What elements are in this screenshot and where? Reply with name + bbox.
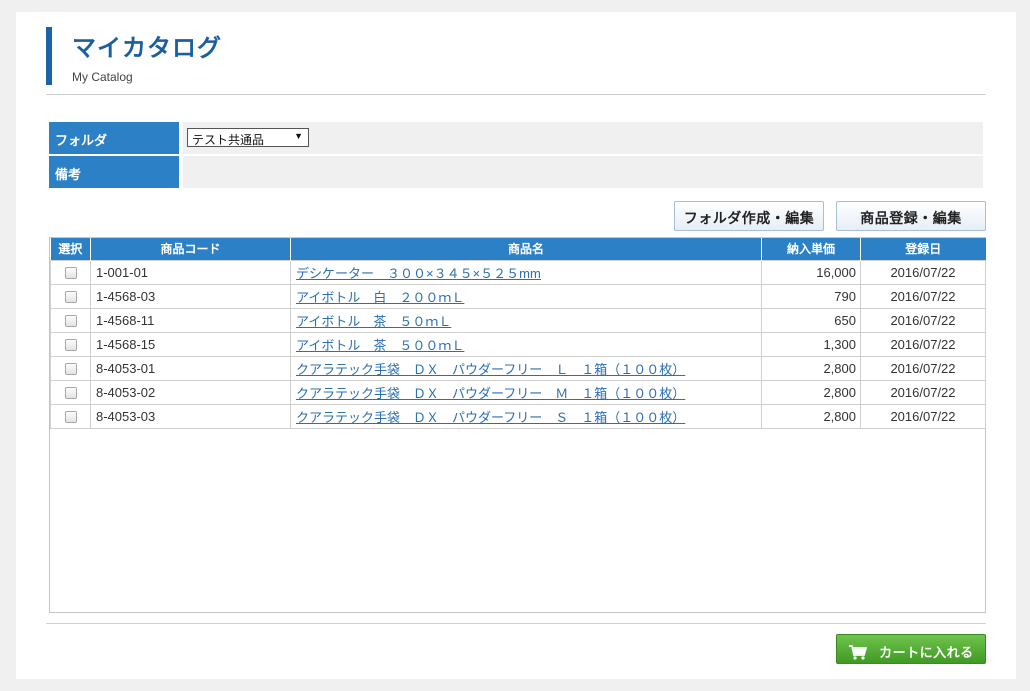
- table-row: 8-4053-01 クアラテック手袋 ＤＸ パウダーフリー Ｌ １箱（１００枚）…: [50, 355, 986, 381]
- row-checkbox[interactable]: [64, 339, 77, 352]
- row-checkbox[interactable]: [64, 363, 77, 376]
- registered-date: 2016/07/22: [860, 259, 986, 285]
- folder-select-value: テスト共通品: [192, 133, 265, 147]
- table-row: 1-4568-03 アイボトル 白 ２００ｍＬ 790 2016/07/22: [50, 283, 986, 309]
- product-code: 8-4053-03: [90, 403, 291, 429]
- note-value: [183, 156, 983, 188]
- registered-date: 2016/07/22: [860, 283, 986, 309]
- row-checkbox[interactable]: [64, 411, 77, 424]
- registered-date: 2016/07/22: [860, 355, 986, 381]
- product-code: 8-4053-02: [90, 379, 291, 405]
- product-name-link[interactable]: デシケーター ３００×３４５×５２５mm: [296, 266, 541, 281]
- row-checkbox[interactable]: [64, 315, 77, 328]
- page-header: マイカタログ My Catalog: [46, 27, 222, 85]
- divider-bottom: [46, 623, 986, 624]
- column-header-date: 登録日: [860, 238, 986, 260]
- product-price: 16,000: [761, 259, 861, 285]
- catalog-table: 選択 商品コード 商品名 納入単価 登録日 1-001-01 デシケーター ３０…: [50, 238, 986, 429]
- product-name-link[interactable]: クアラテック手袋 ＤＸ パウダーフリー Ｓ １箱（１００枚）: [296, 410, 685, 425]
- product-price: 2,800: [761, 403, 861, 429]
- product-code: 1-4568-15: [90, 331, 291, 357]
- product-code: 1-4568-11: [90, 307, 291, 333]
- table-row: 1-001-01 デシケーター ３００×３４５×５２５mm 16,000 201…: [50, 259, 986, 285]
- add-to-cart-label: カートに入れる: [879, 645, 974, 660]
- folder-row: フォルダ テスト共通品 ▼: [49, 122, 983, 154]
- folder-value-cell: テスト共通品 ▼: [183, 122, 983, 154]
- note-label: 備考: [49, 156, 179, 188]
- cart-icon: [849, 645, 868, 663]
- registered-date: 2016/07/22: [860, 379, 986, 405]
- catalog-panel: マイカタログ My Catalog フォルダ テスト共通品 ▼ 備考 フォルダ作…: [16, 12, 1016, 679]
- catalog-table-container: 選択 商品コード 商品名 納入単価 登録日 1-001-01 デシケーター ３０…: [49, 237, 986, 613]
- product-price: 1,300: [761, 331, 861, 357]
- product-code: 1-001-01: [90, 259, 291, 285]
- row-checkbox[interactable]: [64, 267, 77, 280]
- product-name-link[interactable]: クアラテック手袋 ＤＸ パウダーフリー Ｍ １箱（１００枚）: [296, 386, 685, 401]
- registered-date: 2016/07/22: [860, 403, 986, 429]
- table-row: 1-4568-15 アイボトル 茶 ５００ｍＬ 1,300 2016/07/22: [50, 331, 986, 357]
- table-row: 8-4053-03 クアラテック手袋 ＤＸ パウダーフリー Ｓ １箱（１００枚）…: [50, 403, 986, 429]
- folder-select[interactable]: テスト共通品 ▼: [187, 128, 309, 147]
- page-title: マイカタログ: [72, 35, 222, 62]
- product-name-link[interactable]: アイボトル 茶 ５０ｍＬ: [296, 314, 451, 329]
- table-row: 8-4053-02 クアラテック手袋 ＤＸ パウダーフリー Ｍ １箱（１００枚）…: [50, 379, 986, 405]
- column-header-code: 商品コード: [90, 238, 291, 260]
- column-header-select: 選択: [50, 238, 91, 260]
- product-price: 650: [761, 307, 861, 333]
- product-price: 2,800: [761, 379, 861, 405]
- table-header-row: 選択 商品コード 商品名 納入単価 登録日: [50, 238, 986, 260]
- registered-date: 2016/07/22: [860, 331, 986, 357]
- product-name-link[interactable]: アイボトル 茶 ５００ｍＬ: [296, 338, 464, 353]
- note-row: 備考: [49, 156, 983, 188]
- dropdown-arrow-icon: ▼: [294, 131, 303, 141]
- add-to-cart-button[interactable]: カートに入れる: [836, 634, 986, 664]
- product-name-link[interactable]: クアラテック手袋 ＤＸ パウダーフリー Ｌ １箱（１００枚）: [296, 362, 685, 377]
- column-header-price: 納入単価: [761, 238, 861, 260]
- folder-edit-button[interactable]: フォルダ作成・編集: [674, 201, 824, 231]
- product-code: 1-4568-03: [90, 283, 291, 309]
- divider-top: [46, 94, 986, 95]
- page-subtitle: My Catalog: [72, 70, 133, 84]
- product-code: 8-4053-01: [90, 355, 291, 381]
- table-row: 1-4568-11 アイボトル 茶 ５０ｍＬ 650 2016/07/22: [50, 307, 986, 333]
- row-checkbox[interactable]: [64, 387, 77, 400]
- product-edit-button[interactable]: 商品登録・編集: [836, 201, 986, 231]
- product-price: 790: [761, 283, 861, 309]
- column-header-name: 商品名: [290, 238, 762, 260]
- product-price: 2,800: [761, 355, 861, 381]
- product-name-link[interactable]: アイボトル 白 ２００ｍＬ: [296, 290, 464, 305]
- row-checkbox[interactable]: [64, 291, 77, 304]
- folder-label: フォルダ: [49, 122, 179, 154]
- registered-date: 2016/07/22: [860, 307, 986, 333]
